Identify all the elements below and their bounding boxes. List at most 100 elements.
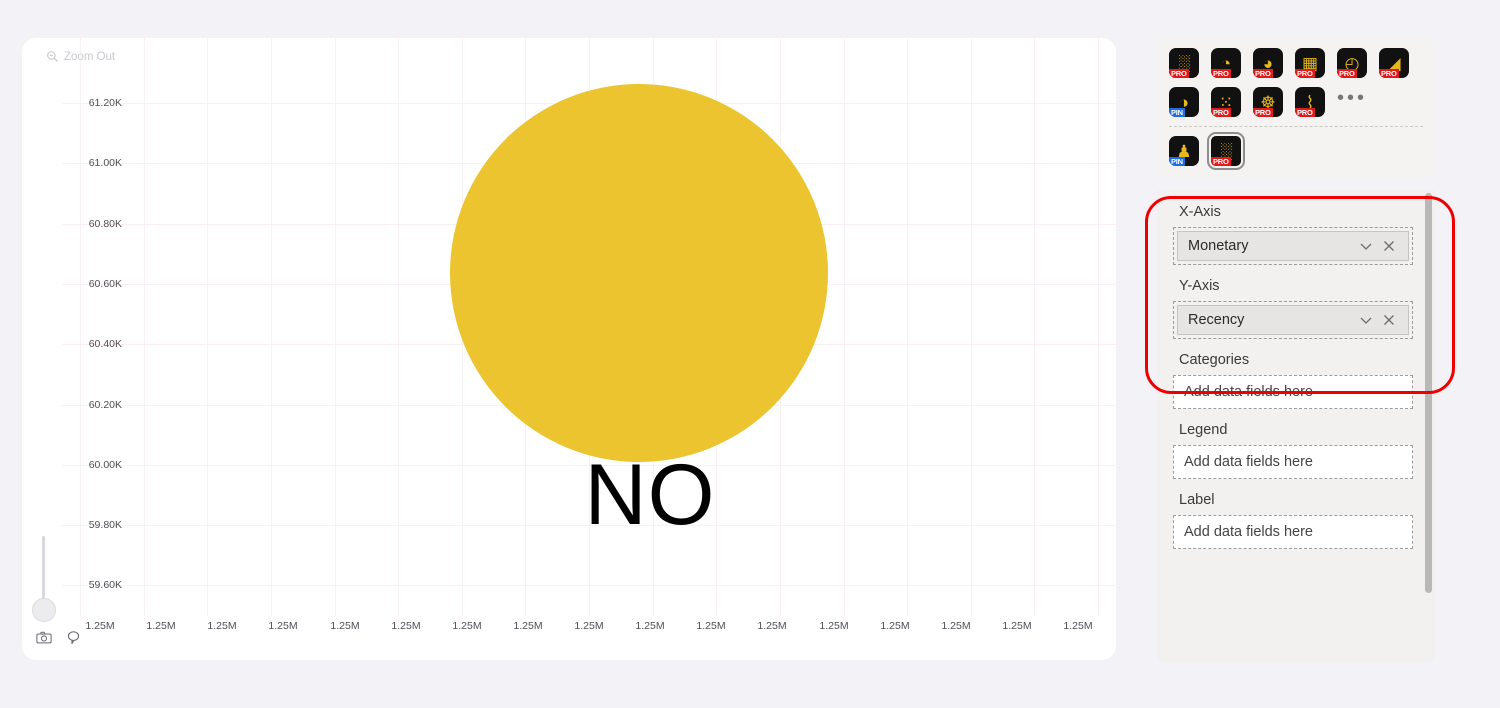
x-axis-tick-label: 1.25M — [146, 620, 176, 632]
gridline-vertical — [971, 38, 972, 616]
visual-badge-pro: PRO — [1169, 69, 1189, 78]
gridline-vertical — [907, 38, 908, 616]
visual-badge-pro: PRO — [1295, 108, 1315, 117]
x-axis-tick-label: 1.25M — [819, 620, 849, 632]
x-axis-tick-label: 1.25M — [757, 620, 787, 632]
bubble-datapoint[interactable] — [450, 84, 828, 462]
sunburst-chart-icon[interactable]: ◑ PIN — [1169, 87, 1199, 117]
well-label-categories: Categories — [1179, 352, 1250, 368]
field-name-x-axis: Monetary — [1188, 238, 1249, 254]
y-axis-tick-label: 60.00K — [88, 459, 122, 471]
well-dropzone-label[interactable]: Add data fields here — [1173, 515, 1413, 549]
x-axis-tick-label: 1.25M — [941, 620, 971, 632]
funnel-icon[interactable]: ◢ PRO — [1379, 48, 1409, 78]
well-group-legend: Legend Add data fields here — [1173, 422, 1413, 479]
close-x-icon[interactable] — [1378, 313, 1400, 327]
clock-gauge-icon[interactable]: ◴ PRO — [1337, 48, 1367, 78]
comment-bubble-icon[interactable] — [66, 630, 81, 650]
x-axis-tick-label: 1.25M — [391, 620, 421, 632]
gridline-horizontal — [62, 585, 1116, 586]
visuals-icon-row: ░ PRO ◔ PRO ◕ PRO ▦ PRO ◴ PRO ◢ PRO — [1169, 48, 1423, 78]
x-axis-tick-label: 1.25M — [330, 620, 360, 632]
visual-badge-pro: PRO — [1295, 69, 1315, 78]
donut-chart-icon[interactable]: ◔ PRO — [1211, 48, 1241, 78]
x-axis-tick-label: 1.25M — [268, 620, 298, 632]
visual-badge-pro: PRO — [1253, 69, 1273, 78]
y-axis-tick-label: 61.00K — [88, 157, 122, 169]
field-pill-y-axis[interactable]: Recency — [1177, 305, 1409, 335]
network-graph-icon[interactable]: ☸ PRO — [1253, 87, 1283, 117]
visual-badge-pro: PRO — [1211, 157, 1231, 166]
more-visuals-icon[interactable]: ••• — [1337, 88, 1367, 112]
gridline-vertical — [335, 38, 336, 616]
zoom-slider-thumb[interactable] — [32, 598, 56, 622]
x-axis-tick-label: 1.25M — [513, 620, 543, 632]
y-axis-tick-labels: 61.20K 61.00K 60.80K 60.60K 60.40K 60.20K 60.0… — [66, 38, 122, 616]
visual-badge-pro: PRO — [1253, 108, 1273, 117]
camera-snapshot-icon[interactable] — [36, 631, 52, 650]
well-group-x-axis: X-Axis Monetary — [1173, 204, 1413, 265]
gridline-vertical — [1034, 38, 1035, 616]
field-pill-x-axis[interactable]: Monetary — [1177, 231, 1409, 261]
x-axis-tick-label: 1.25M — [635, 620, 665, 632]
well-group-y-axis: Y-Axis Recency — [1173, 278, 1413, 339]
pie-chart-icon[interactable]: ◕ PRO — [1253, 48, 1283, 78]
gridline-vertical — [271, 38, 272, 616]
y-axis-tick-label: 60.20K — [88, 399, 122, 411]
y-axis-tick-label: 59.80K — [88, 519, 122, 531]
people-chart-icon[interactable]: ♟ PIN — [1169, 136, 1199, 166]
field-wells-panel: X-Axis Monetary Y-Axis Recency Categories Add… — [1157, 190, 1435, 662]
y-axis-tick-label: 60.40K — [88, 338, 122, 350]
chevron-down-icon[interactable] — [1354, 238, 1378, 254]
field-wells-list: X-Axis Monetary Y-Axis Recency Categories Add… — [1157, 190, 1435, 662]
y-axis-tick-label: 60.80K — [88, 218, 122, 230]
well-placeholder-label: Add data fields here — [1184, 524, 1313, 540]
y-axis-tick-label: 60.60K — [88, 278, 122, 290]
well-dropzone-legend[interactable]: Add data fields here — [1173, 445, 1413, 479]
x-axis-tick-label: 1.25M — [452, 620, 482, 632]
chart-panel: Zoom Out NO 61.20K 61.00K 60.80K 60.60K 60.4… — [22, 38, 1116, 660]
visuals-icon-row: ♟ PIN ░ PRO — [1169, 132, 1423, 170]
y-axis-tick-label: 61.20K — [88, 97, 122, 109]
visuals-icon-row: ◑ PIN ⁙ PRO ☸ PRO ⌇ PRO ••• — [1169, 87, 1423, 117]
well-label-x-axis: X-Axis — [1179, 204, 1221, 220]
gridline-vertical — [398, 38, 399, 616]
field-wells-scrollbar[interactable] — [1425, 193, 1432, 593]
gridline-vertical — [844, 38, 845, 616]
area-chart-icon[interactable]: ⌇ PRO — [1295, 87, 1325, 117]
well-label-y-axis: Y-Axis — [1179, 278, 1220, 294]
zoom-slider-track — [42, 536, 45, 600]
x-axis-tick-label: 1.25M — [1002, 620, 1032, 632]
gridline-vertical — [207, 38, 208, 616]
well-dropzone-x-axis[interactable]: Monetary — [1173, 227, 1413, 265]
gridline-vertical — [144, 38, 145, 616]
gridline-vertical — [1098, 38, 1099, 616]
well-label-label: Label — [1179, 492, 1215, 508]
zoom-out-magnifier-icon — [46, 50, 59, 63]
x-axis-tick-label: 1.25M — [85, 620, 115, 632]
zoom-slider[interactable] — [32, 536, 56, 622]
bubble-cloud-icon[interactable]: ⁙ PRO — [1211, 87, 1241, 117]
close-x-icon[interactable] — [1378, 239, 1400, 253]
visuals-gallery-toolbar: ░ PRO ◔ PRO ◕ PRO ▦ PRO ◴ PRO ◢ PRO ◑ PIN ⁙ PRO ☸ PRO ⌇ PRO… — [1157, 38, 1435, 178]
well-dropzone-categories[interactable]: Add data fields here — [1173, 375, 1413, 409]
well-dropzone-y-axis[interactable]: Recency — [1173, 301, 1413, 339]
chevron-down-icon[interactable] — [1354, 312, 1378, 328]
treemap-icon[interactable]: ▦ PRO — [1295, 48, 1325, 78]
visual-badge-pro: PRO — [1211, 69, 1231, 78]
scatter-chart-icon[interactable]: ░ PRO — [1169, 48, 1199, 78]
visual-badge-pin: PIN — [1169, 108, 1185, 117]
x-axis-tick-label: 1.25M — [880, 620, 910, 632]
visual-badge-pro: PRO — [1211, 108, 1231, 117]
x-axis-tick-label: 1.25M — [1063, 620, 1093, 632]
well-group-categories: Categories Add data fields here — [1173, 352, 1413, 409]
zoom-out-button[interactable]: Zoom Out — [46, 50, 115, 63]
visual-badge-pin: PIN — [1169, 157, 1185, 166]
zoom-out-label: Zoom Out — [64, 50, 116, 63]
well-placeholder-legend: Add data fields here — [1184, 454, 1313, 470]
bubble-matrix-icon[interactable]: ░ PRO — [1207, 132, 1245, 170]
x-axis-tick-label: 1.25M — [696, 620, 726, 632]
well-label-legend: Legend — [1179, 422, 1228, 438]
bubble-label: NO — [584, 447, 716, 543]
visual-badge-pro: PRO — [1379, 69, 1399, 78]
